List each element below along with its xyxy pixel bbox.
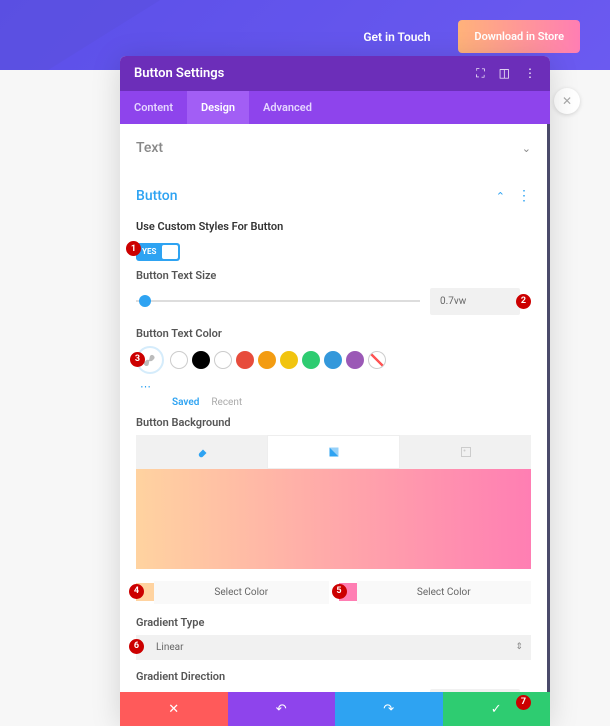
settings-modal: Button Settings ⛶ ◫ ⋮ Content Design Adv… <box>120 56 550 724</box>
grad-type-select[interactable]: 6 Linear <box>136 635 531 660</box>
swatch-green[interactable] <box>302 351 320 369</box>
top-nav: Get in Touch Download in Store <box>363 20 580 53</box>
gradient-colors-row: 4 Select Color 5 Select Color <box>136 581 531 604</box>
image-icon <box>460 446 472 458</box>
custom-styles-toggle[interactable]: YES <box>136 243 180 261</box>
get-in-touch-link[interactable]: Get in Touch <box>363 30 430 44</box>
swatch-red[interactable] <box>236 351 254 369</box>
swatch-tabs: Saved Recent <box>172 397 531 408</box>
swatch-purple[interactable] <box>346 351 364 369</box>
gradient-icon <box>328 446 340 458</box>
annotation-1: 1 <box>126 241 141 256</box>
section-text-title: Text <box>136 140 163 156</box>
annotation-6: 6 <box>129 639 144 654</box>
grad-type-label: Gradient Type <box>136 616 531 629</box>
text-size-row: 0.7vw 2 <box>136 288 531 315</box>
annotation-4: 4 <box>129 584 144 599</box>
bg-label: Button Background <box>136 416 531 429</box>
swatch-tab-recent[interactable]: Recent <box>211 397 242 408</box>
grad-dir-label: Gradient Direction <box>136 670 531 683</box>
toggle-yes-label: YES <box>138 247 160 256</box>
section-text-header[interactable]: Text ⌄ <box>136 132 531 164</box>
text-size-value[interactable]: 0.7vw <box>430 288 520 315</box>
modal-footer: ✕ ↶ ↷ ✓ <box>120 692 550 726</box>
section-menu-icon[interactable]: ⋮ <box>517 193 531 199</box>
modal-header: Button Settings ⛶ ◫ ⋮ <box>120 56 550 91</box>
section-text: Text ⌄ <box>120 124 547 172</box>
bg-tab-color[interactable] <box>136 435 267 469</box>
custom-styles-label: Use Custom Styles For Button <box>136 220 531 233</box>
text-color-label: Button Text Color <box>136 327 531 340</box>
swatch-orange[interactable] <box>258 351 276 369</box>
save-button[interactable]: ✓ <box>443 692 551 726</box>
toggle-knob <box>162 245 178 259</box>
bg-tab-gradient[interactable] <box>267 435 400 469</box>
swatch-tab-saved[interactable]: Saved <box>172 397 199 408</box>
link-icon <box>144 354 156 366</box>
section-button: Button ⌃ ⋮ Use Custom Styles For Button … <box>120 172 547 724</box>
paint-icon <box>196 446 208 458</box>
modal-title: Button Settings <box>134 66 224 81</box>
swatch-white[interactable] <box>170 351 188 369</box>
bg-type-tabs <box>136 435 531 469</box>
grad-end-label: Select Color <box>357 581 532 604</box>
section-button-header[interactable]: Button ⌃ ⋮ <box>136 180 531 212</box>
annotation-5: 5 <box>332 584 347 599</box>
kebab-icon[interactable]: ⋮ <box>524 66 536 81</box>
cancel-button[interactable]: ✕ <box>120 692 228 726</box>
modal-header-icons: ⛶ ◫ ⋮ <box>476 66 536 81</box>
grad-type-value: Linear <box>156 642 183 653</box>
annotation-3: 3 <box>130 352 145 367</box>
swatch-yellow[interactable] <box>280 351 298 369</box>
columns-icon[interactable]: ◫ <box>499 66 510 81</box>
slider-thumb[interactable] <box>139 295 151 307</box>
tab-content[interactable]: Content <box>120 91 187 124</box>
tab-advanced[interactable]: Advanced <box>249 91 326 124</box>
tab-design[interactable]: Design <box>187 91 249 124</box>
swatch-white-2[interactable] <box>214 351 232 369</box>
grad-start-label: Select Color <box>154 581 329 604</box>
swatch-black[interactable] <box>192 351 210 369</box>
modal-tabs: Content Design Advanced <box>120 91 550 124</box>
section-button-title: Button <box>136 188 178 204</box>
grad-start-color[interactable]: 4 Select Color <box>136 581 329 604</box>
expand-icon[interactable]: ⛶ <box>476 66 484 81</box>
annotation-7: 7 <box>516 695 531 710</box>
text-size-label: Button Text Size <box>136 269 531 282</box>
swatch-none[interactable] <box>368 351 386 369</box>
swatch-blue[interactable] <box>324 351 342 369</box>
chevron-down-icon: ⌄ <box>522 142 531 155</box>
grad-end-color[interactable]: 5 Select Color <box>339 581 532 604</box>
swatch-more-icon[interactable]: ⋯ <box>140 380 531 393</box>
close-bubble-icon[interactable]: ✕ <box>554 88 580 114</box>
bg-tab-image[interactable] <box>400 435 531 469</box>
swatch-row: 3 <box>136 346 531 374</box>
text-size-slider[interactable] <box>136 300 420 302</box>
redo-button[interactable]: ↷ <box>335 692 443 726</box>
download-button[interactable]: Download in Store <box>458 20 580 53</box>
chevron-up-icon: ⌃ <box>496 190 505 203</box>
annotation-2: 2 <box>516 294 531 309</box>
undo-button[interactable]: ↶ <box>228 692 336 726</box>
gradient-preview <box>136 469 531 569</box>
modal-body: Text ⌄ Button ⌃ ⋮ Use Custom Styles For … <box>120 124 550 724</box>
